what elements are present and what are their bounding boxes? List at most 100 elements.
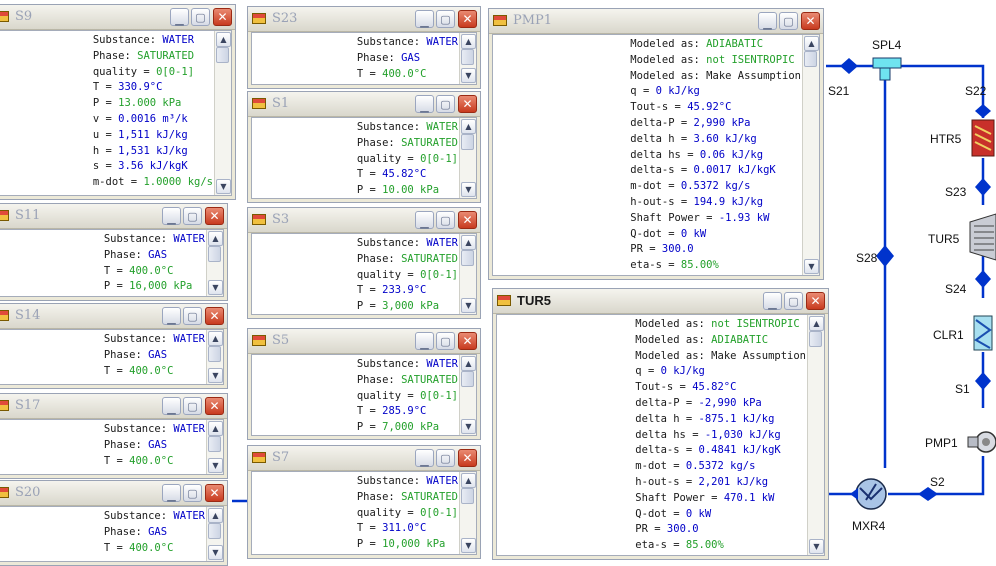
vertical-scrollbar[interactable]: ▲ ▼	[459, 234, 476, 314]
property-row[interactable]: Substance: WATER	[357, 474, 458, 490]
property-value[interactable]: 0.0017 kJ/kgK	[694, 164, 776, 176]
property-value[interactable]: 0 kJ/kg	[656, 85, 700, 97]
close-button[interactable]: ✕	[458, 449, 477, 467]
minimize-button[interactable]: ▁	[162, 397, 181, 415]
property-value[interactable]: 1,511 kJ/kg	[118, 129, 188, 141]
maximize-button[interactable]: ▢	[183, 484, 202, 502]
inspector-window-s20[interactable]: S20 ▁ ▢ ✕ Substance: WATER Phase: GAS T = …	[0, 480, 228, 566]
property-value[interactable]: 0[0-1]	[420, 507, 458, 519]
property-row[interactable]: Shaft Power = -1.93 kW	[630, 211, 801, 227]
property-value[interactable]: GAS	[148, 349, 167, 361]
inspector-window-tur5[interactable]: TUR5 ▁ ▢ ✕ Modeled as: not ISENTROPIC Mod…	[492, 288, 829, 560]
scroll-up-arrow-icon[interactable]: ▲	[461, 473, 476, 488]
minimize-button[interactable]: ▁	[415, 449, 434, 467]
property-row[interactable]: Substance: WATER	[357, 357, 458, 373]
property-row[interactable]: m-dot = 0.5372 kg/s	[630, 179, 801, 195]
scroll-down-arrow-icon[interactable]: ▼	[461, 68, 476, 83]
property-row[interactable]: v = 0.0016 m³/k	[93, 112, 213, 128]
maximize-button[interactable]: ▢	[784, 292, 803, 310]
maximize-button[interactable]: ▢	[436, 211, 455, 229]
property-value[interactable]: 3.56 kJ/kgK	[118, 160, 188, 172]
scroll-thumb[interactable]	[208, 346, 221, 362]
property-row[interactable]: Phase: GAS	[104, 248, 205, 264]
vertical-scrollbar[interactable]: ▲ ▼	[802, 35, 819, 275]
title-bar[interactable]: S9 ▁ ▢ ✕	[0, 5, 235, 30]
property-value[interactable]: SATURATED	[137, 50, 194, 62]
title-bar[interactable]: S7 ▁ ▢ ✕	[248, 446, 480, 471]
title-bar[interactable]: PMP1 ▁ ▢ ✕	[489, 9, 823, 34]
property-value[interactable]: ADIABATIC	[706, 38, 763, 50]
scroll-down-arrow-icon[interactable]: ▼	[461, 298, 476, 313]
property-row[interactable]: Modeled as: ADIABATIC	[635, 333, 806, 349]
minimize-button[interactable]: ▁	[162, 484, 181, 502]
scroll-thumb[interactable]	[461, 371, 474, 387]
minimize-button[interactable]: ▁	[415, 95, 434, 113]
inspector-window-s5[interactable]: S5 ▁ ▢ ✕ Substance: WATER Phase: SATURATE…	[247, 328, 481, 440]
property-value[interactable]: WATER	[426, 358, 458, 370]
property-value[interactable]: 3,000 kPa	[382, 300, 439, 312]
property-value[interactable]: 194.9 kJ/kg	[694, 196, 764, 208]
property-row[interactable]: m-dot = 1.0000 kg/s	[93, 175, 213, 191]
vertical-scrollbar[interactable]: ▲ ▼	[459, 472, 476, 554]
inspector-window-s17[interactable]: S17 ▁ ▢ ✕ Substance: WATER Phase: GAS T = …	[0, 393, 228, 479]
property-row[interactable]: quality = 0[0-1]	[93, 65, 213, 81]
maximize-button[interactable]: ▢	[436, 332, 455, 350]
scroll-up-arrow-icon[interactable]: ▲	[208, 421, 223, 436]
scroll-thumb[interactable]	[809, 331, 822, 347]
property-value[interactable]: 470.1 kW	[724, 492, 775, 504]
property-row[interactable]: Tout-s = 45.82°C	[635, 380, 806, 396]
property-value[interactable]: 7,000 kPa	[382, 421, 439, 433]
property-row[interactable]: quality = 0[0-1]	[357, 389, 458, 405]
property-row[interactable]: h-out-s = 2,201 kJ/kg	[635, 475, 806, 491]
vertical-scrollbar[interactable]: ▲ ▼	[807, 315, 824, 555]
scroll-up-arrow-icon[interactable]: ▲	[208, 331, 223, 346]
property-row[interactable]: delta hs = 0.06 kJ/kg	[630, 148, 801, 164]
stream-arrow-s2[interactable]	[918, 487, 938, 501]
minimize-button[interactable]: ▁	[415, 10, 434, 28]
property-row[interactable]: P = 16,000 kPa	[104, 279, 205, 295]
minimize-button[interactable]: ▁	[415, 332, 434, 350]
minimize-button[interactable]: ▁	[170, 8, 189, 26]
scroll-up-arrow-icon[interactable]: ▲	[208, 231, 223, 246]
scroll-thumb[interactable]	[216, 47, 229, 63]
scroll-down-arrow-icon[interactable]: ▼	[208, 545, 223, 560]
property-value[interactable]: -1,030 kJ/kg	[705, 429, 781, 441]
property-value[interactable]: WATER	[162, 34, 194, 46]
property-value[interactable]: 300.0	[662, 243, 694, 255]
title-bar[interactable]: S14 ▁ ▢ ✕	[0, 304, 227, 329]
property-value[interactable]: 1,531 kJ/kg	[118, 145, 188, 157]
property-value[interactable]: WATER	[426, 237, 458, 249]
vertical-scrollbar[interactable]: ▲ ▼	[459, 33, 476, 84]
property-value[interactable]: 45.82°C	[382, 168, 426, 180]
property-value[interactable]: SATURATED	[401, 374, 458, 386]
mixer-mxr4-icon[interactable]	[850, 478, 887, 510]
property-row[interactable]: T = 330.9°C	[93, 80, 213, 96]
property-value[interactable]: 0.4841 kJ/kgK	[699, 444, 781, 456]
property-row[interactable]: h-out-s = 194.9 kJ/kg	[630, 195, 801, 211]
property-value[interactable]: 2,990 kPa	[694, 117, 751, 129]
scroll-up-arrow-icon[interactable]: ▲	[216, 32, 231, 47]
vertical-scrollbar[interactable]: ▲ ▼	[206, 230, 223, 296]
property-value[interactable]: 0.06 kJ/kg	[700, 149, 763, 161]
property-row[interactable]: h = 1,531 kJ/kg	[93, 144, 213, 160]
property-value[interactable]: WATER	[173, 423, 205, 435]
turbine-tur5-icon[interactable]	[969, 213, 996, 261]
property-value[interactable]: 0.5372 kg/s	[681, 180, 751, 192]
property-value[interactable]: WATER	[426, 121, 458, 133]
property-value[interactable]: SATURATED	[401, 491, 458, 503]
property-value[interactable]: 330.9°C	[118, 81, 162, 93]
property-value[interactable]: Make Assumption	[706, 70, 801, 82]
property-value[interactable]: WATER	[173, 510, 205, 522]
property-row[interactable]: delta-P = -2,990 kPa	[635, 396, 806, 412]
vertical-scrollbar[interactable]: ▲ ▼	[214, 31, 231, 195]
maximize-button[interactable]: ▢	[779, 12, 798, 30]
property-row[interactable]: PR = 300.0	[635, 522, 806, 538]
title-bar[interactable]: S11 ▁ ▢ ✕	[0, 204, 227, 229]
maximize-button[interactable]: ▢	[436, 95, 455, 113]
stream-arrow-s28[interactable]	[876, 245, 894, 267]
inspector-window-s7[interactable]: S7 ▁ ▢ ✕ Substance: WATER Phase: SATURATE…	[247, 445, 481, 559]
property-row[interactable]: Shaft Power = 470.1 kW	[635, 491, 806, 507]
maximize-button[interactable]: ▢	[436, 10, 455, 28]
scroll-thumb[interactable]	[461, 488, 474, 504]
scroll-thumb[interactable]	[208, 246, 221, 262]
